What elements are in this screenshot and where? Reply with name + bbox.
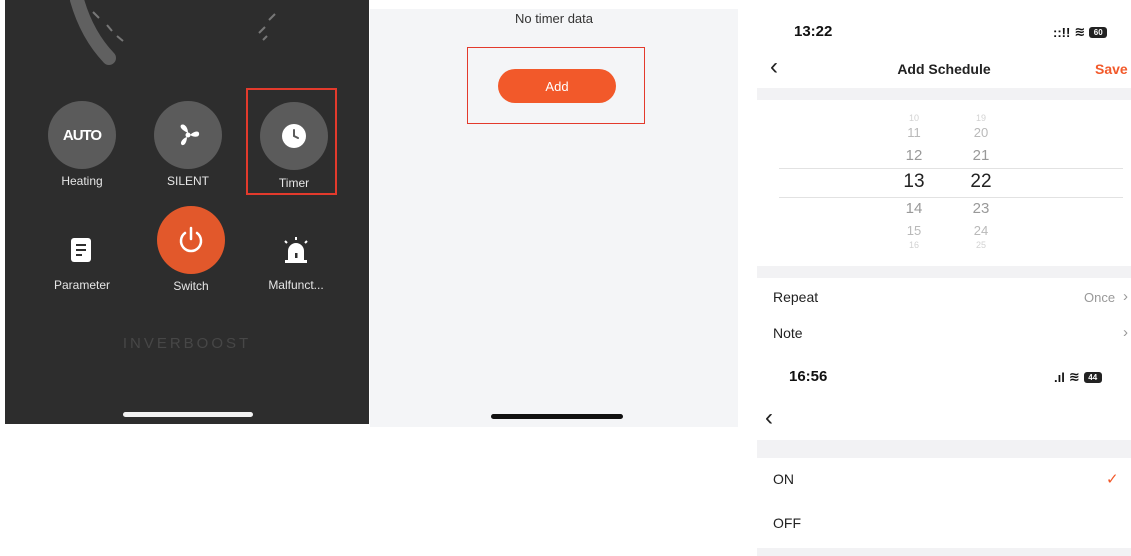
section-divider xyxy=(757,548,1131,556)
status-bar-time: 16:56 xyxy=(789,368,828,385)
battery-icon: 60 xyxy=(1089,26,1108,38)
minute-option[interactable]: 24 xyxy=(961,223,1001,238)
hour-option[interactable]: 14 xyxy=(894,200,934,217)
fan-icon xyxy=(180,124,200,146)
power-icon xyxy=(179,226,203,253)
chevron-right-icon: › xyxy=(1123,324,1128,341)
parameter-label: Parameter xyxy=(53,278,111,292)
option-on-label: ON xyxy=(773,471,794,487)
wifi-icon: ≋ xyxy=(1074,24,1086,39)
brand-logo: INVERBOOST xyxy=(122,335,252,352)
add-timer-button[interactable]: Add xyxy=(498,69,616,103)
switch-label: Switch xyxy=(173,279,209,293)
heating-mode-button[interactable]: AUTO xyxy=(48,101,116,169)
chevron-right-icon: › xyxy=(1123,288,1128,305)
time-picker[interactable]: 10 11 12 13 14 15 16 19 20 21 22 23 24 2… xyxy=(757,110,1131,255)
minute-option[interactable]: 23 xyxy=(961,200,1001,217)
signal-icon: ::!! xyxy=(1053,24,1071,40)
section-divider xyxy=(757,440,1131,458)
section-divider xyxy=(757,266,1131,278)
status-bar-time: 13:22 xyxy=(794,23,833,40)
minute-option[interactable]: 21 xyxy=(961,147,1001,164)
malfunction-button[interactable] xyxy=(280,236,312,264)
timer-highlight-box xyxy=(246,88,337,195)
hour-selected[interactable]: 13 xyxy=(894,171,934,193)
parameter-button[interactable] xyxy=(69,236,93,264)
minute-selected[interactable]: 22 xyxy=(961,171,1001,193)
silent-label: SILENT xyxy=(166,174,209,188)
add-schedule-screen: 13:22 ::!! ≋ 60 ‹ Add Schedule Save 10 1… xyxy=(757,10,1131,366)
power-switch-button[interactable] xyxy=(157,206,225,274)
picker-selection-line xyxy=(779,168,1123,169)
auto-mode-icon: AUTO xyxy=(62,126,102,144)
malfunction-label: Malfunct... xyxy=(268,278,324,292)
silent-mode-button[interactable] xyxy=(154,101,222,169)
heating-label: Heating xyxy=(61,174,103,188)
hour-option[interactable]: 10 xyxy=(894,113,934,123)
hour-option[interactable]: 15 xyxy=(894,223,934,238)
document-icon xyxy=(71,238,91,262)
alarm-icon xyxy=(284,237,308,263)
empty-state-text: No timer data xyxy=(514,11,594,26)
on-off-screen: 16:56 .ıl ≋ 44 ‹ ON ✓ OFF xyxy=(757,358,1131,556)
device-control-panel: AUTO Heating SILENT Timer Parameter Swit… xyxy=(5,0,369,424)
minute-option[interactable]: 20 xyxy=(961,125,1001,140)
save-button[interactable]: Save xyxy=(1095,61,1128,77)
minute-option[interactable]: 19 xyxy=(961,113,1001,123)
repeat-value: Once xyxy=(1084,290,1116,305)
status-bar-icons: .ıl ≋ 44 xyxy=(1054,369,1102,385)
checkmark-icon: ✓ xyxy=(1106,471,1119,488)
hour-option[interactable]: 16 xyxy=(894,240,934,250)
option-off-label: OFF xyxy=(773,515,801,531)
wifi-icon: ≋ xyxy=(1068,369,1080,384)
temperature-dial-arc xyxy=(70,0,276,65)
home-indicator[interactable] xyxy=(123,412,253,417)
repeat-row[interactable]: Repeat Once › xyxy=(757,286,1131,312)
repeat-label: Repeat xyxy=(773,289,819,305)
note-row[interactable]: Note › xyxy=(757,322,1131,348)
minute-option[interactable]: 25 xyxy=(961,240,1001,250)
status-bar-icons: ::!! ≋ 60 xyxy=(1053,24,1108,40)
home-indicator[interactable] xyxy=(491,414,623,419)
back-chevron-icon[interactable]: ‹ xyxy=(765,406,773,430)
section-divider xyxy=(757,88,1131,100)
timer-list-screen: No timer data Add xyxy=(370,9,738,427)
option-off-row[interactable]: OFF xyxy=(757,510,1131,538)
note-label: Note xyxy=(773,325,803,341)
picker-selection-line xyxy=(779,197,1123,198)
hour-option[interactable]: 11 xyxy=(894,125,934,140)
hour-option[interactable]: 12 xyxy=(894,147,934,164)
signal-icon: .ıl xyxy=(1054,369,1065,385)
battery-icon: 44 xyxy=(1083,371,1102,383)
page-title: Add Schedule xyxy=(897,61,991,77)
option-on-row[interactable]: ON ✓ xyxy=(757,466,1131,494)
